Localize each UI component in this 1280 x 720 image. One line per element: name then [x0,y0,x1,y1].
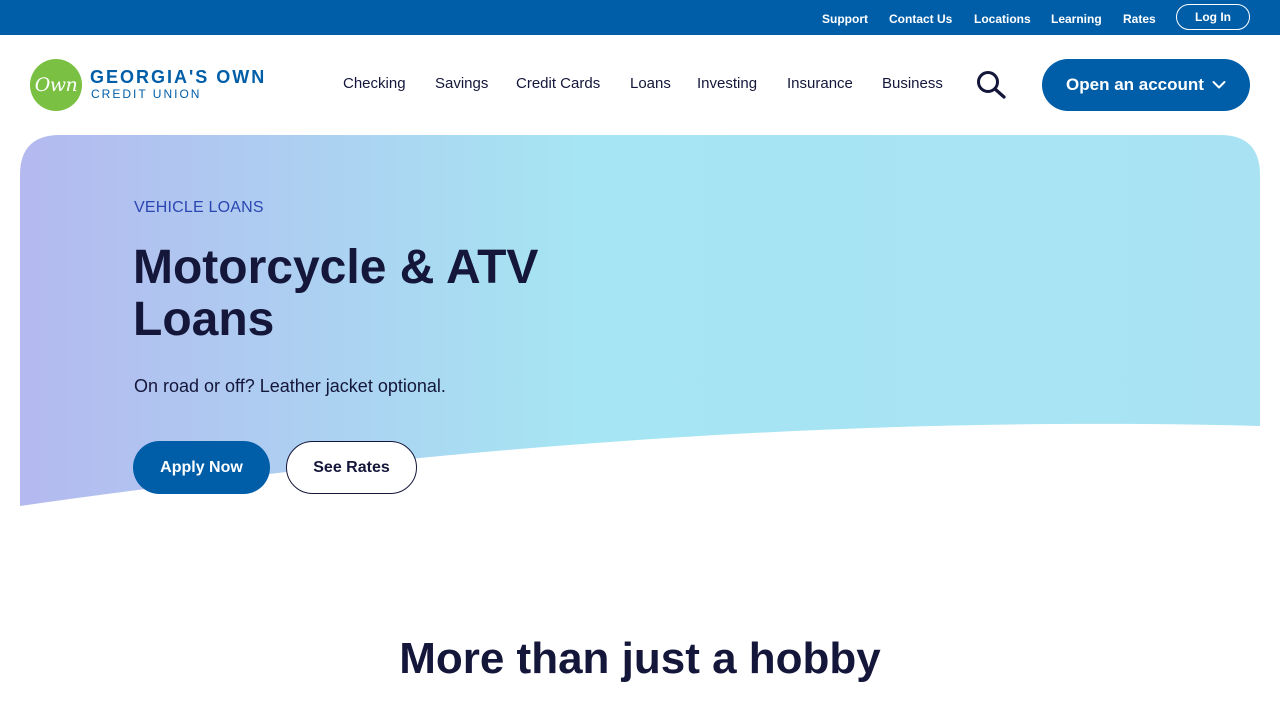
logo-mark-text: Own [34,74,78,96]
nav-item-checking[interactable]: Checking [343,75,406,92]
contact-us-link[interactable]: Contact Us [889,12,952,26]
section-title: More than just a hobby [399,634,881,683]
nav-item-loans[interactable]: Loans [630,75,671,92]
open-account-button[interactable]: Open an account [1042,59,1250,111]
chevron-down-icon [1212,81,1226,89]
logo-tagline: CREDIT UNION [91,87,202,101]
support-link[interactable]: Support [822,12,868,26]
nav-item-business[interactable]: Business [882,75,943,92]
georgias-own-logo[interactable]: Own GEORGIA'S OWN CREDIT UNION [30,59,290,111]
hero-eyebrow: VEHICLE LOANS [134,199,264,216]
logo-name: GEORGIA'S OWN [90,67,267,87]
nav-item-investing[interactable]: Investing [697,75,757,92]
nav-item-savings[interactable]: Savings [435,75,488,92]
utility-bar: Support Contact Us Locations Learning Ra… [0,0,1280,35]
learning-link[interactable]: Learning [1051,12,1102,26]
log-in-button[interactable]: Log In [1176,4,1250,30]
locations-link[interactable]: Locations [974,12,1031,26]
apply-now-button[interactable]: Apply Now [133,441,270,494]
open-account-label: Open an account [1066,75,1204,94]
logo-mark: Own [30,59,82,111]
rates-link[interactable]: Rates [1123,12,1156,26]
page-title: Motorcycle & ATV Loans [133,241,539,346]
nav-item-credit-cards[interactable]: Credit Cards [516,75,600,92]
search-icon[interactable] [976,70,1008,100]
see-rates-button[interactable]: See Rates [286,441,417,494]
hero-subtitle: On road or off? Leather jacket optional. [134,376,446,396]
nav-item-insurance[interactable]: Insurance [787,75,853,92]
